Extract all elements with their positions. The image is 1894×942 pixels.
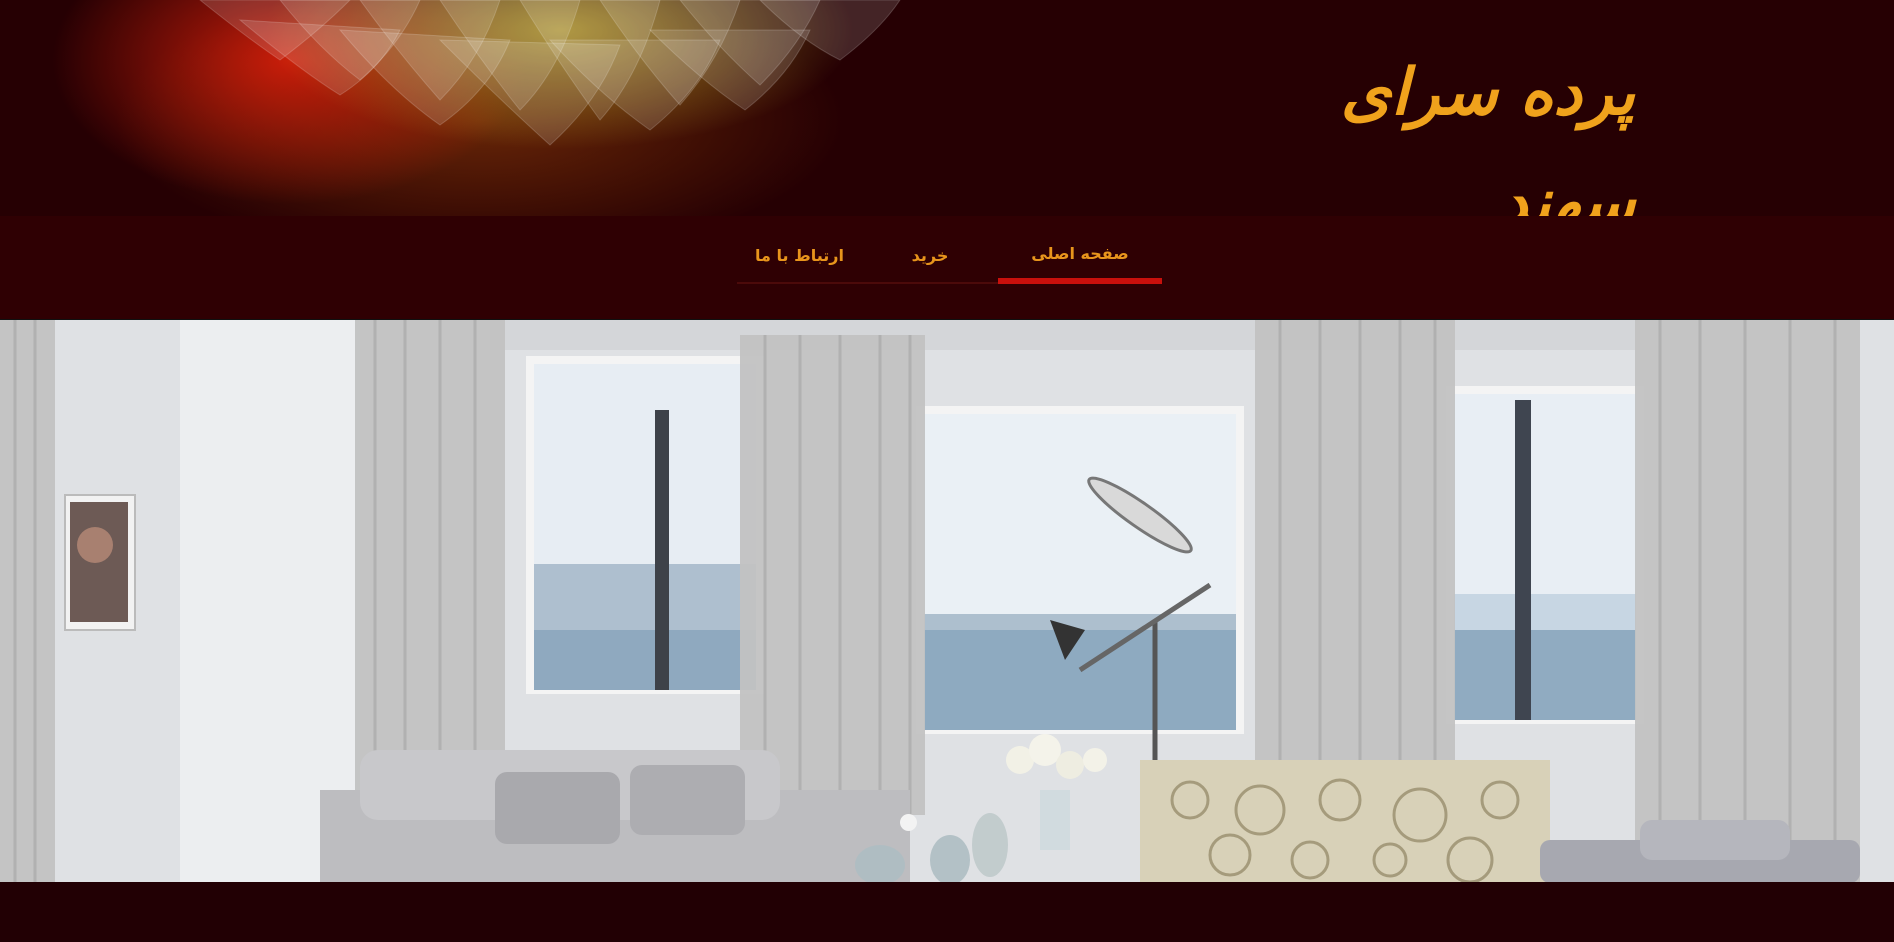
nav-item-contact[interactable]: ارتباط با ما [737,228,862,284]
site-header: پرده سرای سهند [0,0,1894,216]
site-logo[interactable]: پرده سرای سهند [1290,38,1635,216]
hero-image [0,320,1894,883]
nav-item-home[interactable]: صفحه اصلی [998,228,1162,284]
footer-bar [0,882,1894,942]
nav-menu: ارتباط با ما خرید صفحه اصلی [737,228,1162,284]
nav-item-shop[interactable]: خرید [862,228,998,284]
petal-pattern-graphic [199,0,901,146]
banner-art [0,0,1097,216]
hero-slider [0,319,1894,883]
slider-dot[interactable] [900,814,917,831]
